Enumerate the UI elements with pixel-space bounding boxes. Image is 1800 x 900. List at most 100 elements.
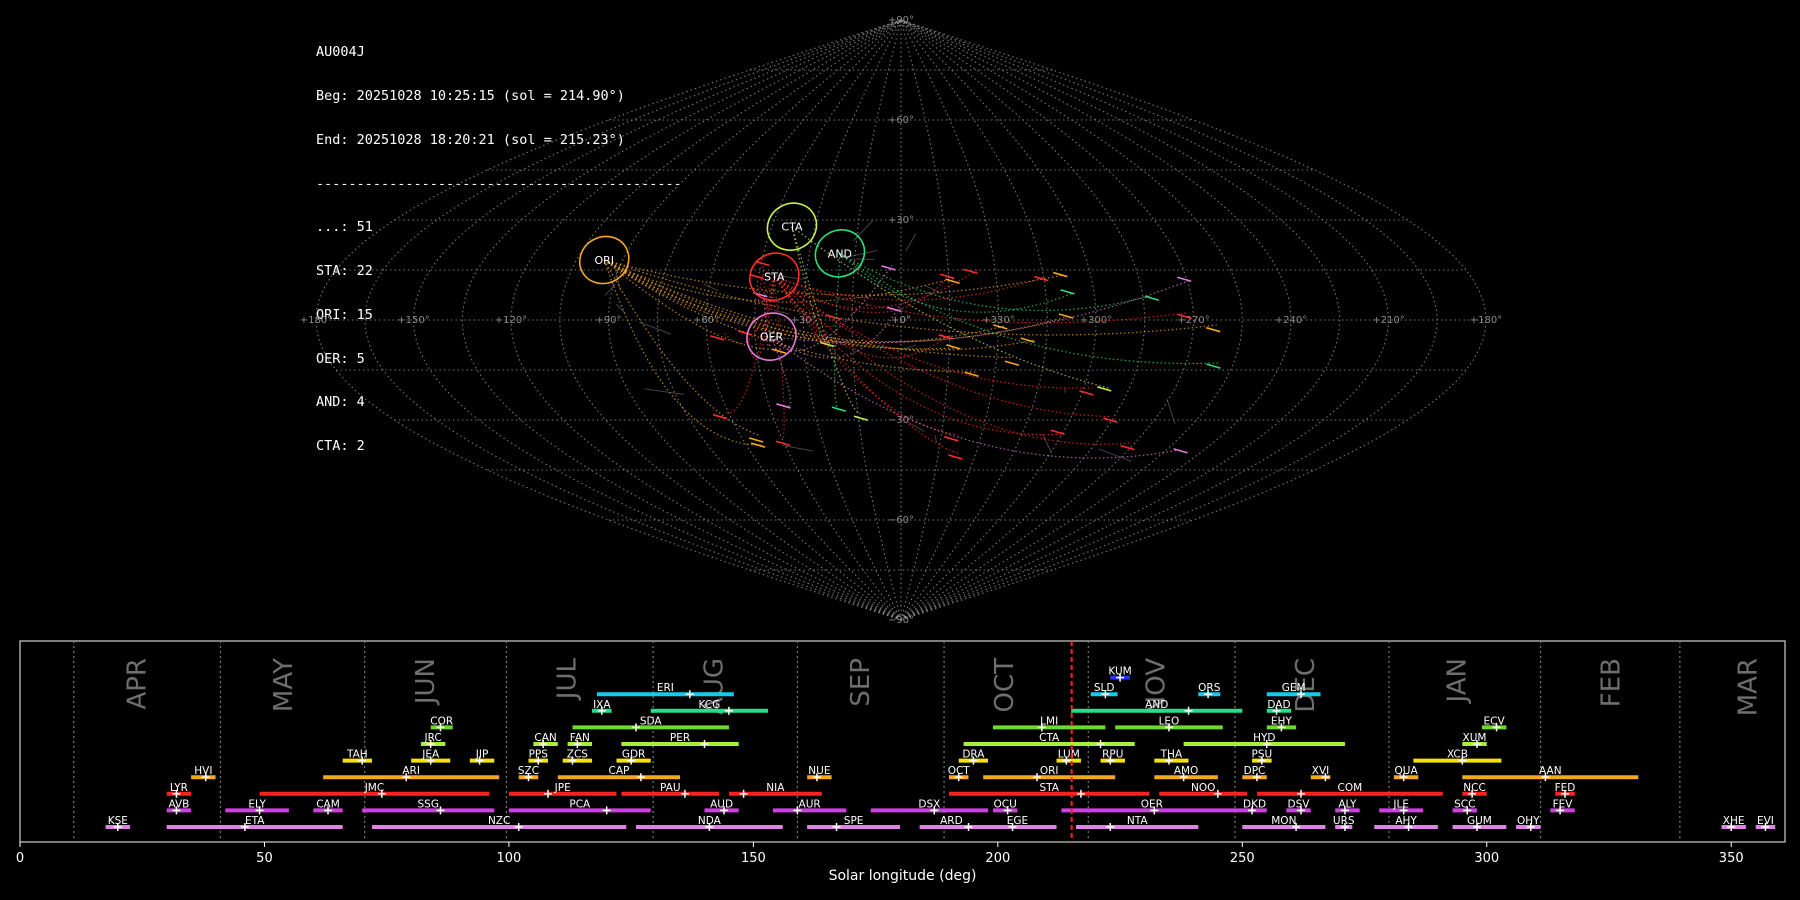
shower-code-label: AND bbox=[1145, 699, 1168, 711]
shower-code-label: DSV bbox=[1288, 798, 1311, 810]
shower-code-label: KUM bbox=[1108, 666, 1131, 678]
meteor-segment bbox=[1004, 360, 1020, 366]
meteor-trail bbox=[770, 336, 792, 407]
sporadic-trail bbox=[1042, 433, 1052, 453]
x-tick-label: 0 bbox=[16, 851, 24, 866]
x-tick-label: 350 bbox=[1719, 851, 1744, 866]
shower-code-label: DAD bbox=[1267, 699, 1290, 711]
meteor-segment bbox=[948, 454, 963, 460]
radiant-label: CTA bbox=[781, 221, 803, 234]
ra-tick-label: +180° bbox=[300, 315, 332, 326]
shower-code-label: NZC bbox=[488, 815, 510, 827]
dec-tick-label: +0° bbox=[891, 315, 911, 326]
shower-code-label: FAN bbox=[570, 732, 590, 744]
meteor-segment bbox=[944, 436, 959, 442]
shower-code-label: SLD bbox=[1094, 682, 1115, 694]
shower-code-label: JMC bbox=[364, 782, 385, 794]
shower-code-label: NIA bbox=[766, 782, 785, 794]
shower-code-label: XUM bbox=[1463, 732, 1487, 744]
shower-code-label: DSX bbox=[918, 798, 940, 810]
shower-code-label: PAU bbox=[660, 782, 681, 794]
shower-code-label: OCU bbox=[994, 798, 1017, 810]
month-label: FEB bbox=[1596, 658, 1626, 707]
sporadic-trail bbox=[1098, 448, 1132, 462]
sporadic-trail bbox=[639, 321, 672, 335]
ra-tick-label: +330° bbox=[982, 315, 1014, 326]
meteor-trail bbox=[839, 252, 1152, 312]
meteor-segment bbox=[853, 415, 869, 421]
meteor-segment bbox=[1144, 295, 1160, 301]
meteor-trail bbox=[773, 276, 958, 436]
shower-code-label: DKD bbox=[1243, 798, 1266, 810]
ra-tick-label: +300° bbox=[1080, 315, 1112, 326]
ra-tick-label: +150° bbox=[397, 315, 429, 326]
shower-code-label: CTA bbox=[1039, 732, 1060, 744]
x-tick-label: 150 bbox=[741, 851, 766, 866]
shower-code-label: COM bbox=[1338, 782, 1363, 794]
x-tick-label: 300 bbox=[1474, 851, 1499, 866]
shower-code-label: HYD bbox=[1253, 732, 1275, 744]
meteor-segment bbox=[775, 440, 791, 446]
meteor-segment bbox=[755, 260, 770, 267]
meteor-segment bbox=[939, 273, 955, 279]
shower-code-label: QUA bbox=[1395, 765, 1419, 777]
ra-tick-label: +120° bbox=[495, 315, 527, 326]
shower-code-label: JLE bbox=[1392, 798, 1409, 810]
radiant-label: AND bbox=[828, 247, 852, 260]
sporadic-trail bbox=[781, 444, 813, 452]
meteor-trail bbox=[771, 280, 1189, 344]
shower-code-label: NTA bbox=[1127, 815, 1148, 827]
shower-code-label: DPC bbox=[1244, 765, 1266, 777]
shower-code-label: PPS bbox=[529, 749, 549, 761]
shower-code-label: JPE bbox=[554, 782, 571, 794]
month-label: JUN bbox=[411, 658, 441, 706]
radiant-label: STA bbox=[764, 271, 785, 284]
shower-code-label: JEA bbox=[421, 749, 440, 761]
month-label: APR bbox=[122, 658, 152, 710]
x-tick-label: 100 bbox=[497, 851, 522, 866]
meteor-trail bbox=[604, 259, 1012, 359]
shower-code-label: NUE bbox=[808, 765, 830, 777]
meteor-segment bbox=[750, 442, 766, 448]
ra-tick-label: +30° bbox=[790, 315, 816, 326]
dec-tick-label: −90° bbox=[888, 615, 914, 626]
sporadic-trail bbox=[907, 421, 926, 433]
shower-code-label: EGE bbox=[1007, 815, 1028, 827]
shower-code-label: OHY bbox=[1517, 815, 1540, 827]
shower-code-label: IXA bbox=[593, 699, 611, 711]
ra-tick-label: +240° bbox=[1275, 315, 1307, 326]
shower-code-label: URS bbox=[1333, 815, 1355, 827]
shower-code-label: AVB bbox=[168, 798, 189, 810]
ra-tick-label: +90° bbox=[595, 315, 621, 326]
meteor-segment bbox=[1206, 363, 1221, 369]
shower-code-label: STA bbox=[1039, 782, 1059, 794]
timeline-chart: APR MAY JUN JUL AUG SEP OCT NOV DEC JAN FEB MARKUME… bbox=[16, 640, 1786, 884]
shower-code-label: NDA bbox=[698, 815, 722, 827]
meteor-trail bbox=[773, 276, 1064, 436]
month-label: MAY bbox=[269, 658, 299, 712]
shower-code-label: GUM bbox=[1467, 815, 1492, 827]
shower-code-label: SZC bbox=[518, 765, 539, 777]
shower-code-label: ELY bbox=[248, 798, 266, 810]
shower-code-label: CAN bbox=[534, 732, 556, 744]
shower-code-label: OER bbox=[1141, 798, 1163, 810]
meteor-trail bbox=[773, 276, 1130, 445]
shower-code-label: FEV bbox=[1553, 798, 1574, 810]
month-label: MAR bbox=[1733, 658, 1763, 716]
shower-code-label: RPU bbox=[1102, 749, 1123, 761]
dec-tick-label: −30° bbox=[888, 415, 914, 426]
radiant-label: OER bbox=[760, 331, 784, 344]
meteor-segment bbox=[1177, 276, 1192, 282]
sporadic-trail bbox=[924, 284, 942, 294]
x-tick-label: 50 bbox=[256, 851, 273, 866]
sporadic-trail bbox=[1166, 398, 1176, 424]
sporadic-trail bbox=[604, 283, 616, 296]
shower-code-label: ALY bbox=[1338, 798, 1357, 810]
meteor-trail bbox=[746, 276, 775, 360]
meteor-segment bbox=[1120, 444, 1135, 451]
shower-code-label: LUM bbox=[1058, 749, 1080, 761]
shower-code-label: AUR bbox=[799, 798, 821, 810]
month-label: SEP bbox=[846, 658, 876, 707]
shower-code-label: ARD bbox=[940, 815, 963, 827]
meteor-segment bbox=[749, 273, 764, 280]
